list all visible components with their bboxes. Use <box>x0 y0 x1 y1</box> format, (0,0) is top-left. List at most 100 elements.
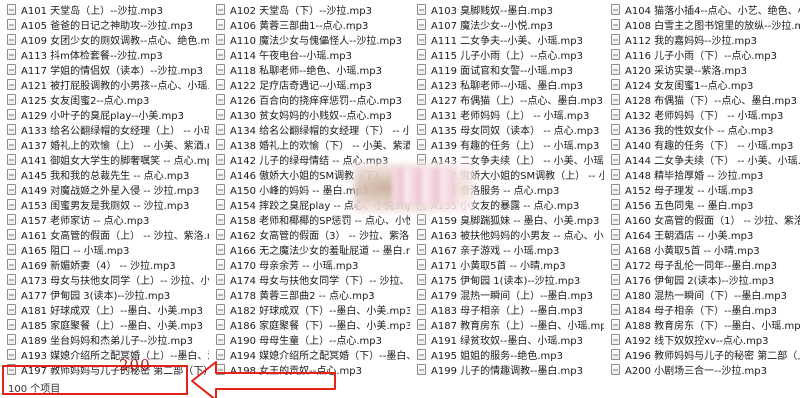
file-item[interactable]: A153 闺蜜男友是我厕奴 -- 沙拉.mp3 <box>0 197 209 212</box>
file-name-label: A169 新媚娇妻（4） -- 沙拉.mp3 <box>21 261 176 272</box>
file-item[interactable]: A199 儿子的情趣调教--墨白.mp3 <box>410 362 604 377</box>
file-item[interactable]: A114 午夜电台--小瑶.mp3 <box>209 47 410 62</box>
file-item[interactable]: A165 阻口 -- 小瑶.mp3 <box>0 242 209 257</box>
file-item[interactable]: A160 女高管的假面（1） -- 沙拉、紫洛.mp3 <box>604 212 800 227</box>
file-item[interactable]: A102 天堂岛（下）--沙拉.mp3 <box>209 2 410 17</box>
file-item[interactable]: A179 混热一瞬间（上）--墨白.mp3 <box>410 287 604 302</box>
file-item[interactable]: A172 母子乱伦一同年--墨白.mp3 <box>604 257 800 272</box>
file-item[interactable]: A112 我的嘉妈妈--沙拉.mp3 <box>604 32 800 47</box>
file-item[interactable]: A176 伊甸园 2(读本)--沙拉.mp3 <box>604 272 800 287</box>
file-item[interactable]: A140 有趣的任务（下） -- 小瑶.mp3 <box>604 137 800 152</box>
file-item[interactable]: A124 女友闺蜜1--点心.mp3 <box>604 77 800 92</box>
file-item[interactable]: A197 教师妈妈与儿子的秘密 第二部（下）... <box>0 362 209 377</box>
file-item[interactable]: A107 魔法少女--小悦.mp3 <box>410 17 604 32</box>
file-item[interactable]: A191 绿贫玫奴--墨白、小瑶.mp3 <box>410 332 604 347</box>
file-item[interactable]: A127 布偶猫（上）--点心、墨白.mp3 <box>410 92 604 107</box>
file-item[interactable]: A103 臭脚贱奴--墨白.mp3 <box>410 2 604 17</box>
audio-file-icon <box>216 289 225 300</box>
audio-file-icon <box>611 64 620 75</box>
file-item[interactable]: A120 采访实录--紫洛.mp3 <box>604 62 800 77</box>
file-item[interactable]: A138 婚礼上的欢愉（下） -- 小美、紫酒.mp3 <box>209 137 410 152</box>
file-item[interactable]: A152 母子理发 -- 小瑶.mp3 <box>604 182 800 197</box>
file-item[interactable]: A188 教育房东（下）--墨白、小瑶.mp3 <box>604 317 800 332</box>
file-item[interactable]: A148 精毕拾厚婚 -- 沙拉.mp3 <box>604 167 800 182</box>
file-item[interactable]: A128 布偶猫（下）--点心、墨白.mp3 <box>604 92 800 107</box>
file-item[interactable]: A123 私聊老师--小瑶、墨白.mp3 <box>410 77 604 92</box>
file-item[interactable]: A104 猫落小插4--点心、小艺、绝色、小瑶.m... <box>604 2 800 17</box>
file-name-label: A104 猫落小插4--点心、小艺、绝色、小瑶.m... <box>625 6 800 17</box>
file-item[interactable]: A174 母女与扶他女同学（下）-- 沙拉、小美.mp3 <box>209 272 410 287</box>
file-item[interactable]: A181 好球成双（上）--墨白、小美.mp3 <box>0 302 209 317</box>
file-item[interactable]: A166 无之魔法少女的羞耻屁道 -- 墨白.mp3 <box>209 242 410 257</box>
audio-file-icon <box>7 139 16 150</box>
file-item[interactable]: A110 魔法少女与傀儡怪人--沙拉.mp3 <box>209 32 410 47</box>
file-item[interactable]: A144 二女争夫续（下） -- 小美、小瑶.mp3 <box>604 152 800 167</box>
file-item[interactable]: A189 坐台妈妈和杰弟儿子--沙拉.mp3 <box>0 332 209 347</box>
file-item[interactable]: A132 老师妈妈（下） -- 小瑶.mp3 <box>604 107 800 122</box>
file-item[interactable]: A175 伊甸园 1(读本)--沙拉.mp3 <box>410 272 604 287</box>
file-item[interactable]: A135 母女同奴（读本） -- 点心.mp3 <box>410 122 604 137</box>
file-item[interactable]: A129 小叶子的臭屁play--小美.mp3 <box>0 107 209 122</box>
audio-file-icon <box>611 154 620 165</box>
file-item[interactable]: A164 王朝酒店 -- 小美.mp3 <box>604 227 800 242</box>
file-item[interactable]: A113 抖m体检套餐--沙拉.mp3 <box>0 47 209 62</box>
file-item[interactable]: A149 对魔战姬之外星入侵 -- 沙拉.mp3 <box>0 182 209 197</box>
file-item[interactable]: A111 二女争夫--小美、小瑶.mp3 <box>410 32 604 47</box>
file-item[interactable]: A173 母女与扶他女同学（上）-- 沙拉、小美.mp3 <box>0 272 209 287</box>
file-item[interactable]: A167 亲子游戏 -- 小瑶.mp3 <box>410 242 604 257</box>
file-item[interactable]: A121 被打屁股调教的小男孩--点心、小瑶.mp3 <box>0 77 209 92</box>
file-item[interactable]: A182 好球成双（下）--墨白、小美.mp3 <box>209 302 410 317</box>
file-item[interactable]: A141 御姐女大学生的脚奢嘱笑 -- 点心.mp3 <box>0 152 209 167</box>
file-name-label: A116 儿子小雨（下）--点心.mp3 <box>625 51 777 62</box>
file-item[interactable]: A171 小黄取5首 -- 小晴.mp3 <box>410 257 604 272</box>
file-item[interactable]: A145 我和我的总裁先生 -- 点心.mp3 <box>0 167 209 182</box>
file-item[interactable]: A183 母子相亲（上）--墨白.mp3 <box>410 302 604 317</box>
file-item[interactable]: A126 百合向的挠痒痒惩罚--点心.mp3 <box>209 92 410 107</box>
file-item[interactable]: A177 伊甸园 3(读本)--沙拉.mp3 <box>0 287 209 302</box>
file-item[interactable]: A136 我的性奴女仆 -- 点心.mp3 <box>604 122 800 137</box>
file-item[interactable]: A106 黄蓉三部曲1--点心.mp3 <box>209 17 410 32</box>
file-item[interactable]: A168 小黄取5首 -- 小晴.mp3 <box>604 242 800 257</box>
file-item[interactable]: A192 线下奴奴控xv--点心.mp3 <box>604 332 800 347</box>
file-item[interactable]: A131 老师妈妈（上） -- 小瑶.mp3 <box>410 107 604 122</box>
file-item[interactable]: A122 足疗店奇遇记--小瑶.mp3 <box>209 77 410 92</box>
file-item[interactable]: A178 黄蓉三部曲2 -- 点心.mp3 <box>209 287 410 302</box>
file-item[interactable]: A156 五色同鬼 -- 墨白.mp3 <box>604 197 800 212</box>
file-item[interactable]: A170 母亲余芳 -- 小瑶.mp3 <box>209 257 410 272</box>
file-item[interactable]: A157 老师家访 -- 点心.mp3 <box>0 212 209 227</box>
file-item[interactable]: A195 姐姐的服务--绝色.mp3 <box>410 347 604 362</box>
file-item[interactable]: A198 女王的贡奴--点心.mp3 <box>209 362 410 377</box>
file-item[interactable]: A118 私聊老师--绝色、小瑶.mp3 <box>209 62 410 77</box>
file-item[interactable]: A105 爸爸的日记之神助攻--沙拉.mp3 <box>0 17 209 32</box>
file-item[interactable]: A169 新媚娇妻（4） -- 沙拉.mp3 <box>0 257 209 272</box>
file-item[interactable]: A196 教师妈妈与儿子的秘密 第二部（上）... <box>604 347 800 362</box>
file-item[interactable]: A117 学姐的情侣奴（读本）--沙拉.mp3 <box>0 62 209 77</box>
file-item[interactable]: A190 母母生童（上）--点心.mp3 <box>209 332 410 347</box>
file-item[interactable]: A133 给名公翻绿帽的女经理（上） -- 小瑶.mp3 <box>0 122 209 137</box>
file-item[interactable]: A184 母子相亲（下）--墨白.mp3 <box>604 302 800 317</box>
file-item[interactable]: A162 女高管的假面（3） -- 沙拉、紫洛.mp3 <box>209 227 410 242</box>
file-item[interactable]: A119 面试官和女警--小瑶.mp3 <box>410 62 604 77</box>
file-item[interactable]: A137 婚礼上的欢愉（上） -- 小美、紫酒.mp3 <box>0 137 209 152</box>
file-item[interactable]: A193 媒媳介绍所之配冥婚（上）--墨白、沙... <box>0 347 209 362</box>
file-item[interactable]: A125 女友闺蜜2--点心.mp3 <box>0 92 209 107</box>
file-item[interactable]: A158 老师和椰椰的SP惩罚 -- 点心、小悦.mp3 <box>209 212 410 227</box>
file-item[interactable]: A187 教育房东（上）--墨白、小瑶.mp3 <box>410 317 604 332</box>
file-item[interactable]: A101 天堂岛（上）--沙拉.mp3 <box>0 2 209 17</box>
file-item[interactable]: A109 女团少女的厕奴调教--点心、绝色.mp3 <box>0 32 209 47</box>
file-item[interactable]: A200 小剧场三合一--沙拉.mp3 <box>604 362 800 377</box>
file-item[interactable]: A161 女高管的假面（上） -- 沙拉、紫洛.mp3 <box>0 227 209 242</box>
file-item[interactable]: A194 媒媳介绍所之配冥婚（下）--墨白、沙... <box>209 347 410 362</box>
file-item[interactable]: A163 被扶他妈妈的小男友 -- 点心、小悦.mp3 <box>410 227 604 242</box>
file-item[interactable]: A116 儿子小雨（下）--点心.mp3 <box>604 47 800 62</box>
file-item[interactable]: A159 臭脚踹狐妹 -- 墨白、小美.mp3 <box>410 212 604 227</box>
file-item[interactable]: A115 儿子小雨（上）--点心.mp3 <box>410 47 604 62</box>
file-item[interactable]: A130 贫女妈妈的小贱奴--点心.mp3 <box>209 107 410 122</box>
file-item[interactable]: A134 给名公翻绿帽的女经理（下） -- 小瑶.mp3 <box>209 122 410 137</box>
file-item[interactable]: A139 有趣的任务（上） -- 小瑶.mp3 <box>410 137 604 152</box>
file-item[interactable]: A180 混热一瞬间（下）--墨白.mp3 <box>604 287 800 302</box>
file-item[interactable]: A185 家庭聚餐（上）--墨白、小美.mp3 <box>0 317 209 332</box>
file-item[interactable]: A186 家庭聚餐（下）--墨白、小美.mp3 <box>209 317 410 332</box>
file-item[interactable]: A108 白雪主之图书馆里的放纵--沙拉.mp3 <box>604 17 800 32</box>
file-name-label: A140 有趣的任务（下） -- 小瑶.mp3 <box>625 141 794 152</box>
